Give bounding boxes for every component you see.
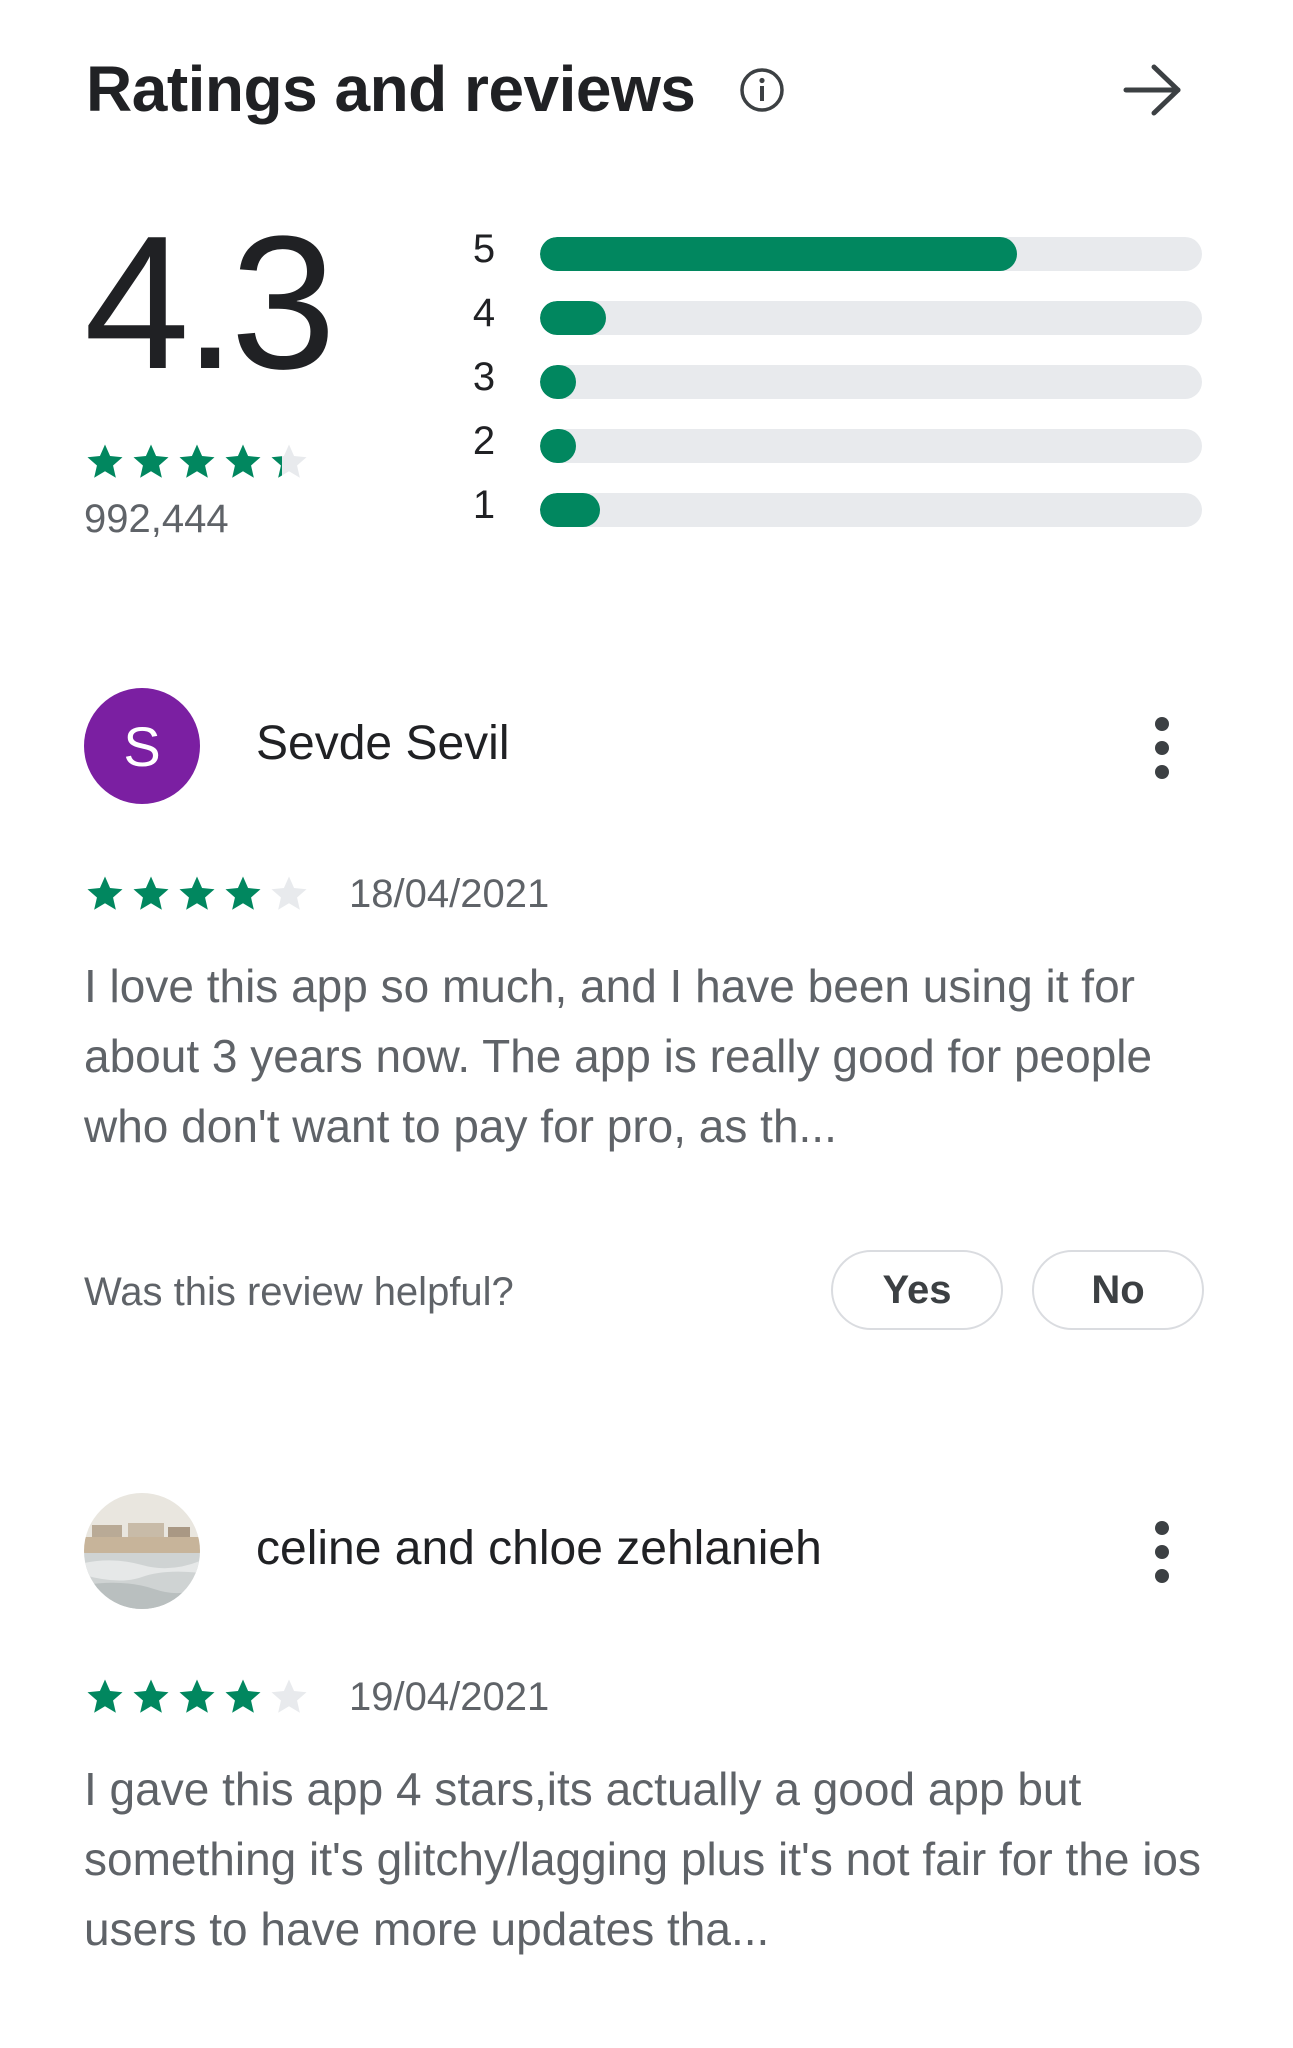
rating-bar-label: 1: [472, 483, 496, 527]
star-full-icon: [130, 1676, 172, 1720]
star-full-icon: [176, 441, 218, 485]
review-text: I gave this app 4 stars,its actually a g…: [84, 1763, 1202, 1955]
star-full-icon: [222, 873, 264, 917]
more-options-icon[interactable]: [1142, 1512, 1182, 1592]
star-full-icon: [176, 1676, 218, 1720]
rating-bar-track: [540, 493, 1202, 527]
star-full-icon: [222, 1676, 264, 1720]
reviewer-name: Sevde Sevil: [256, 717, 510, 770]
star-empty-icon: [268, 1676, 310, 1720]
review-rating-stars: [84, 873, 310, 917]
star-full-icon: [176, 873, 218, 917]
star-full-icon: [84, 441, 126, 485]
rating-bar-row: 5: [470, 227, 1210, 273]
rating-bar-fill: [540, 429, 577, 463]
rating-bar-track: [540, 429, 1202, 463]
more-options-icon[interactable]: [1142, 708, 1182, 788]
average-rating-stars: [84, 441, 310, 485]
rating-bar-fill: [540, 365, 577, 399]
review-text: I love this app so much, and I have been…: [84, 960, 1153, 1152]
rating-bar-fill: [540, 493, 600, 527]
rating-bar-label: 5: [472, 227, 496, 271]
rating-bar-label: 2: [472, 419, 496, 463]
helpful-question: Was this review helpful?: [84, 1270, 514, 1314]
star-half-icon: [268, 441, 310, 485]
rating-bar-row: 1: [470, 483, 1210, 529]
review-date: 18/04/2021: [349, 872, 550, 916]
star-full-icon: [222, 441, 264, 485]
rating-bar-track: [540, 365, 1202, 399]
helpful-yes-button[interactable]: Yes: [831, 1250, 1003, 1330]
star-empty-icon: [268, 873, 310, 917]
rating-bar-row: 2: [470, 419, 1210, 465]
rating-bar-track: [540, 237, 1202, 271]
star-full-icon: [130, 873, 172, 917]
arrow-right-icon[interactable]: [1122, 62, 1184, 118]
avatar: [84, 1493, 200, 1609]
beach-photo-avatar: [84, 1493, 200, 1609]
rating-bar-label: 4: [472, 291, 496, 335]
rating-bar-label: 3: [472, 355, 496, 399]
helpful-no-button[interactable]: No: [1032, 1250, 1204, 1330]
total-ratings-count: 992,444: [84, 497, 229, 541]
rating-bar-fill: [540, 237, 1017, 271]
average-rating: 4.3: [84, 197, 336, 409]
rating-bar-row: 3: [470, 355, 1210, 401]
star-full-icon: [84, 873, 126, 917]
rating-bar-fill: [540, 301, 607, 335]
section-title: Ratings and reviews: [86, 53, 696, 125]
star-full-icon: [84, 1676, 126, 1720]
reviewer-name: celine and chloe zehlanieh: [256, 1522, 822, 1575]
review-date: 19/04/2021: [349, 1675, 550, 1719]
rating-bar-row: 4: [470, 291, 1210, 337]
star-full-icon: [130, 441, 172, 485]
avatar: S: [84, 688, 200, 804]
info-icon[interactable]: [739, 67, 785, 113]
review-rating-stars: [84, 1676, 310, 1720]
rating-bar-track: [540, 301, 1202, 335]
